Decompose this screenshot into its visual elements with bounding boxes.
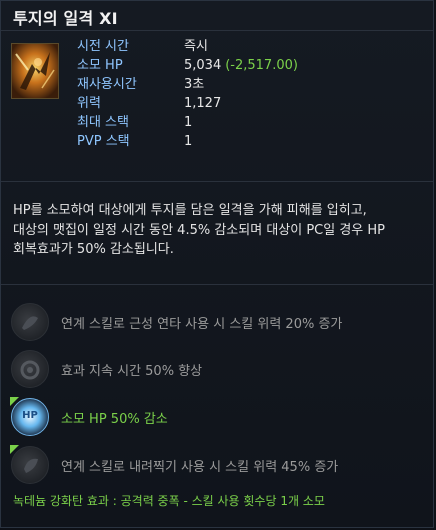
duration-icon (11, 350, 49, 388)
stat-value: 1,127 (184, 96, 222, 111)
stat-row-cooldown: 재사용시간 3초 (77, 75, 298, 94)
hp-icon: HP (10, 397, 49, 436)
stat-label: 위력 (77, 96, 101, 111)
tripod-text: 소모 HP 50% 감소 (61, 411, 168, 427)
stat-value: 3초 (184, 77, 205, 92)
description-line: HP를 소모하여 대상에게 투지를 담은 일격을 가해 피해를 입히고, (13, 203, 367, 218)
combo-icon (10, 445, 49, 484)
skill-title: 투지의 일격 XI (13, 9, 118, 28)
stat-value: 즉시 (184, 39, 208, 54)
tripod-option-selected: HP 소모 HP 50% 감소 (10, 397, 168, 436)
stat-row-cast-time: 시전 시간 즉시 (77, 37, 298, 56)
skill-strike-icon (11, 43, 59, 99)
engraving-effect-note: 녹테늄 강화탄 효과 : 공격력 중폭 - 스킬 사용 횟수당 1개 소모 (13, 494, 325, 508)
tripod-text: 연계 스킬로 근성 연타 사용 시 스킬 위력 20% 증가 (61, 316, 343, 332)
tripod-option: 효과 지속 시간 50% 향상 (11, 350, 202, 388)
stat-label: 소모 HP (77, 58, 123, 73)
stat-modifier: (-2,517.00) (225, 58, 298, 73)
stats-divider (1, 181, 433, 182)
title-divider (1, 30, 433, 31)
description-divider (1, 284, 433, 285)
stat-row-hp-cost: 소모 HP 5,034 (-2,517.00) (77, 56, 298, 75)
stat-row-max-stack: 최대 스택 1 (77, 113, 298, 132)
skill-description: HP를 소모하여 대상에게 투지를 담은 일격을 가해 피해를 입히고, 대상의… (13, 201, 429, 260)
stat-label: PVP 스택 (77, 134, 130, 149)
description-line: 대상의 맷집이 일정 시간 동안 4.5% 감소되며 대상이 PC일 경우 HP (13, 222, 386, 238)
tripod-text: 연계 스킬로 내려찍기 사용 시 스킬 위력 45% 증가 (61, 459, 339, 475)
stat-value: 1 (184, 115, 193, 130)
stat-label: 재사용시간 (77, 77, 137, 92)
stat-label: 최대 스택 (77, 115, 129, 130)
stat-row-power: 위력 1,127 (77, 94, 298, 113)
stat-value: 1 (184, 134, 193, 149)
description-line: 회복효과가 50% 감소됩니다. (13, 242, 174, 257)
stat-value: 5,034 (184, 58, 222, 73)
skill-tooltip: 투지의 일격 XI 시전 시간 즉시 소모 HP 5,034 (-2,517.0… (0, 0, 434, 528)
selected-corner-marker (10, 445, 19, 454)
hp-icon-label: HP (22, 410, 38, 421)
tripod-text: 효과 지속 시간 50% 향상 (61, 363, 203, 379)
selected-corner-marker (10, 397, 19, 406)
combo-icon (11, 303, 49, 341)
tripod-option: 연계 스킬로 내려찍기 사용 시 스킬 위력 45% 증가 (10, 445, 339, 484)
stat-row-pvp-stack: PVP 스택 1 (77, 132, 298, 151)
tripod-option: 연계 스킬로 근성 연타 사용 시 스킬 위력 20% 증가 (11, 303, 342, 341)
stats-list: 시전 시간 즉시 소모 HP 5,034 (-2,517.00) 재사용시간 3… (77, 37, 298, 151)
stat-label: 시전 시간 (77, 39, 129, 54)
